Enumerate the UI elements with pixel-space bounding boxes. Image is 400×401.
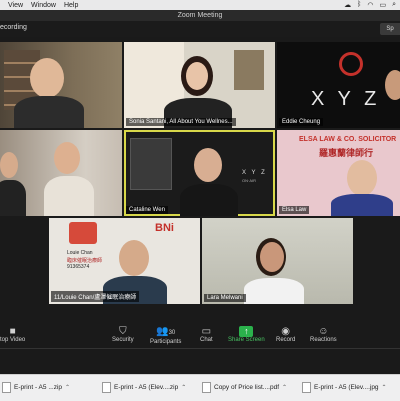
mac-menubar: View Window Help ☁ ᛒ ◠ ▭ ⌕	[0, 0, 400, 10]
lower-bar	[0, 348, 400, 367]
xyz-small-logo: X Y Z	[242, 170, 267, 176]
bni-logo: BNi	[155, 222, 174, 234]
person-body	[44, 176, 94, 216]
person-head	[54, 142, 80, 174]
window-title: Zoom Meeting	[177, 12, 223, 19]
reactions-button[interactable]: ☺ Reactions	[310, 326, 337, 343]
person-body	[0, 180, 26, 216]
video-tile[interactable]: Louie Chan 臨床催眠治療師 91365374 BNi 11/Louie…	[49, 218, 200, 304]
video-tile[interactable]: ELSA LAW & CO. SOLICITOR 羅惠蘭律師行 Elsa Law	[277, 130, 400, 216]
window-background	[130, 138, 172, 190]
share-screen-button[interactable]: ↑ Share Screen	[228, 326, 265, 343]
record-button[interactable]: ◉ Record	[276, 326, 295, 343]
chat-icon: ▭	[201, 326, 212, 337]
file-icon	[2, 382, 11, 393]
chevron-up-icon[interactable]: ⌃	[282, 384, 287, 391]
download-item[interactable]: Copy of Price list....pdf ⌃	[202, 382, 287, 393]
cloud-icon[interactable]: ☁	[344, 1, 351, 9]
participant-name: Sonia Santani, All About You Wellnes...	[126, 118, 236, 126]
security-button[interactable]: ⛉ Security	[112, 326, 134, 343]
participants-button[interactable]: 👥30 Participants	[150, 326, 181, 345]
video-tile[interactable]: X Y Z Eddie Cheung	[277, 42, 400, 128]
battery-icon[interactable]: ▭	[379, 1, 386, 9]
person-body	[180, 184, 238, 216]
person-head	[194, 148, 222, 182]
window-title-bar: Zoom Meeting	[0, 10, 400, 21]
person-head	[385, 70, 400, 100]
download-item[interactable]: E-print - A5 ...zip ⌃	[2, 382, 70, 393]
video-grid: Sonia Santani, All About You Wellnes... …	[0, 42, 400, 304]
downloads-bar: E-print - A5 ...zip ⌃ E-print - A5 (Elev…	[0, 374, 400, 401]
video-icon: ■	[9, 326, 16, 337]
person-head	[0, 152, 18, 178]
meeting-top-row	[0, 21, 400, 37]
elsa-law-sign: ELSA LAW & CO. SOLICITOR	[299, 136, 397, 143]
menu-view[interactable]: View	[8, 2, 23, 9]
status-icons: ☁ ᛒ ◠ ▭ ⌕	[344, 1, 396, 9]
download-item[interactable]: E-print - A5 (Elev....zip ⌃	[102, 382, 186, 393]
menu-window[interactable]: Window	[31, 2, 56, 9]
person-head	[347, 160, 377, 196]
video-tile[interactable]: Sonia Santani, All About You Wellnes...	[124, 42, 275, 128]
xyz-logo-circle	[339, 52, 363, 76]
participants-icon: 👥30	[156, 326, 176, 337]
person-head	[30, 58, 64, 98]
file-icon	[202, 382, 211, 393]
card-title: 臨床催眠治療師	[67, 258, 103, 264]
share-icon: ↑	[239, 326, 254, 337]
menu-help[interactable]: Help	[64, 2, 78, 9]
participant-name: Eddie Cheung	[279, 118, 324, 126]
recording-indicator[interactable]: ecording	[0, 24, 27, 31]
chevron-up-icon[interactable]: ⌃	[382, 384, 387, 391]
card-phone: 91365374	[67, 264, 90, 270]
search-icon[interactable]: ⌕	[392, 1, 396, 9]
video-tile-active-speaker[interactable]: X Y Z ON·AIR Cataline Wen	[124, 130, 275, 216]
participant-name: Elsa Law	[279, 206, 310, 214]
wall-shelf	[234, 50, 264, 90]
person-head	[186, 62, 208, 90]
chevron-up-icon[interactable]: ⌃	[181, 384, 186, 391]
meeting-toolbar: ■ top Video ⛉ Security 👥30 Participants …	[0, 322, 400, 348]
chevron-up-icon[interactable]: ⌃	[65, 384, 70, 391]
chat-button[interactable]: ▭ Chat	[200, 326, 213, 343]
video-tile[interactable]: Lara Melwani	[202, 218, 353, 304]
stop-video-button[interactable]: ■ top Video	[0, 326, 25, 343]
on-air-text: ON·AIR	[242, 178, 256, 183]
file-icon	[102, 382, 111, 393]
person-head	[119, 240, 149, 276]
person-body	[331, 194, 393, 216]
person-body	[14, 96, 84, 128]
wifi-icon[interactable]: ◠	[367, 1, 373, 9]
file-icon	[302, 382, 311, 393]
record-icon: ◉	[281, 326, 291, 337]
video-tile[interactable]	[0, 42, 122, 128]
xyz-logo-text: X Y Z	[311, 88, 381, 110]
participant-name: Cataline Wen	[126, 206, 168, 214]
participant-name: Lara Melwani	[204, 294, 246, 302]
download-item[interactable]: E-print - A5 (Elev....jpg ⌃	[302, 382, 387, 393]
person-body	[244, 278, 304, 304]
card-name: Louie Chan	[67, 250, 93, 256]
sign-logo	[69, 222, 97, 244]
speaker-view-button[interactable]: Sp	[380, 23, 400, 35]
shield-icon: ⛉	[119, 326, 127, 337]
reactions-icon: ☺	[318, 326, 329, 337]
video-tile[interactable]	[0, 130, 122, 216]
bluetooth-icon[interactable]: ᛒ	[357, 1, 361, 9]
elsa-law-chinese: 羅惠蘭律師行	[319, 148, 374, 158]
participant-name: 11/Louie Chan/盧澤催眠治療師	[51, 291, 140, 302]
person-head	[260, 242, 284, 272]
